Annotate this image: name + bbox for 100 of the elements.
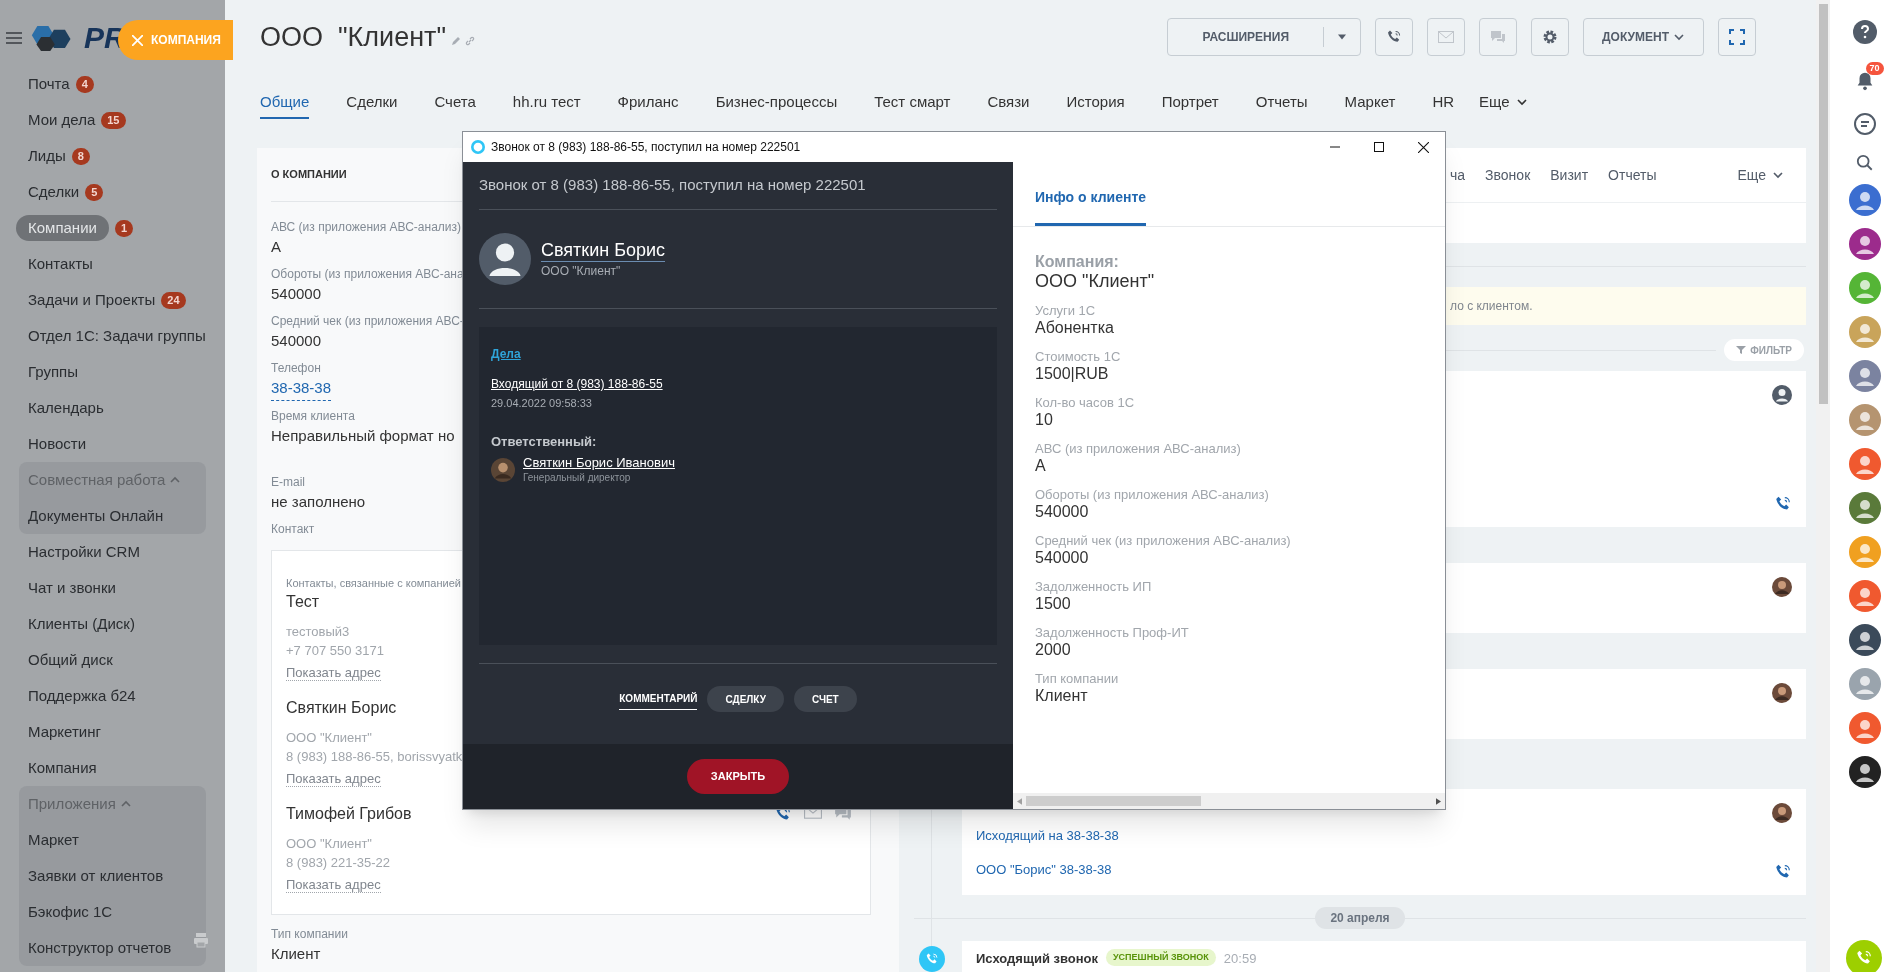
field-value: Клиент xyxy=(271,943,322,964)
action-button[interactable]: КОММЕНТАРИЙ xyxy=(619,688,698,710)
activity-time: 29.04.2022 09:58:33 xyxy=(491,396,593,411)
show-address-link[interactable]: Показать адрес xyxy=(286,664,381,681)
tab[interactable]: Счета xyxy=(434,84,476,120)
tab[interactable]: Отчеты xyxy=(1255,84,1308,120)
field-value: 10 xyxy=(1035,411,1054,429)
sidebar-item[interactable]: Чат и звонки xyxy=(28,576,116,600)
tab[interactable]: Фриланс xyxy=(617,84,679,120)
tab[interactable]: Связи xyxy=(987,84,1030,120)
tab[interactable]: Бизнес-процессы xyxy=(715,84,838,120)
info-tab[interactable]: Инфо о клиенте xyxy=(1035,187,1147,226)
field-label: Средний чек (из приложения АВС- xyxy=(271,312,464,329)
tab[interactable]: История xyxy=(1066,84,1125,120)
window-title: Звонок от 8 (983) 188-86-55, поступил на номер 222501 xyxy=(491,139,802,156)
contact-detail: ООО "Клиент" xyxy=(286,728,372,747)
tab[interactable]: HR xyxy=(1432,84,1455,120)
counter-badge: 15 xyxy=(101,111,126,129)
sidebar-item[interactable]: Группы xyxy=(28,360,78,384)
sidebar-item[interactable]: Задачи и Проекты xyxy=(28,288,156,312)
sidebar-item[interactable]: Общий диск xyxy=(28,648,113,672)
responsible-link[interactable]: Святкин Борис Иванович xyxy=(523,455,675,470)
sidebar-item[interactable]: Календарь xyxy=(28,396,104,420)
sidebar-item[interactable]: Заявки от клиентов xyxy=(28,864,164,888)
tab[interactable]: ча xyxy=(1450,164,1466,186)
sidebar-item[interactable]: Сделки xyxy=(28,180,80,204)
responsible-position: Генеральный директор xyxy=(523,471,632,485)
sidebar-item[interactable]: Настройки CRM xyxy=(28,540,140,564)
caller-company: ООО "Клиент" xyxy=(541,262,622,280)
action-button[interactable]: СЧЕТ xyxy=(793,686,857,712)
tab[interactable]: Звонок xyxy=(1485,164,1531,186)
sidebar-item[interactable]: Компании xyxy=(16,214,109,242)
event-title: Исходящий звонок xyxy=(976,950,1098,968)
responsible-label: Ответственный: xyxy=(491,432,598,451)
tab[interactable]: Маркет xyxy=(1344,84,1396,120)
sidebar-item[interactable]: Лиды xyxy=(28,144,66,168)
counter-badge: 5 xyxy=(85,183,104,201)
field-label: Задолженность ИП xyxy=(1035,579,1153,595)
field-label: АВС (из приложения АВС-анализ) xyxy=(1035,441,1242,457)
counter-badge: 24 xyxy=(161,291,186,309)
phone-link[interactable]: 38-38-38 xyxy=(271,375,332,401)
field-value: Клиент xyxy=(1035,687,1089,705)
contact-detail: тестовый3 xyxy=(286,622,350,641)
field-value: 540000 xyxy=(1035,549,1090,567)
activities-link[interactable]: Дела xyxy=(491,347,521,361)
notification-badge: 70 xyxy=(1865,62,1884,75)
tab[interactable]: Портрет xyxy=(1161,84,1219,120)
field-label: E-mail xyxy=(271,473,305,490)
tab[interactable]: Визит xyxy=(1550,164,1589,186)
sidebar-item[interactable]: Маркетинг xyxy=(28,720,101,744)
sidebar-item[interactable]: Компания xyxy=(28,756,97,780)
field-value: 1500 xyxy=(1035,595,1072,613)
sidebar-item[interactable]: Контакты xyxy=(28,252,93,276)
field-label: Обороты (из приложения АВС-анализ) xyxy=(1035,487,1270,503)
field-value: 2000 xyxy=(1035,641,1072,659)
field-value: 540000 xyxy=(1035,503,1090,521)
sidebar-item[interactable]: Отдел 1С: Задачи группы xyxy=(28,324,206,348)
field-label: Стоимость 1С xyxy=(1035,349,1122,365)
sidebar-item[interactable]: Клиенты (Диск) xyxy=(28,612,135,636)
tab[interactable]: Тест смарт xyxy=(874,84,951,120)
sidebar-item[interactable]: Почта xyxy=(28,72,70,96)
more-tab[interactable]: Еще xyxy=(1737,164,1784,186)
field-value: 540000 xyxy=(271,330,322,351)
sidebar-item[interactable]: Поддержка б24 xyxy=(28,684,136,708)
status-badge: УСПЕШНЫЙ ЗВОНОК xyxy=(1106,949,1216,966)
close-call-button[interactable]: ЗАКРЫТЬ xyxy=(686,759,790,794)
show-address-link[interactable]: Показать адрес xyxy=(286,770,381,787)
contact-name: Тест xyxy=(286,591,320,612)
call-link[interactable]: Исходящий на 38-38-38 xyxy=(976,827,1119,844)
field-label: Время клиента xyxy=(271,407,355,424)
contact-detail: +7 707 550 3171 xyxy=(286,641,384,660)
activity-link[interactable]: Входящий от 8 (983) 188-86-55 xyxy=(491,377,663,391)
counter-badge: 8 xyxy=(71,147,90,165)
field-label: АВС (из приложения АВС-анализ) xyxy=(271,218,461,235)
tab[interactable]: Общие xyxy=(260,84,310,120)
document-button[interactable]: ДОКУМЕНТ xyxy=(1583,18,1704,56)
sidebar-item[interactable]: Документы Онлайн xyxy=(28,504,164,528)
contact-name: Тимофей Грибов xyxy=(286,803,412,824)
tab[interactable]: Сделки xyxy=(346,84,398,120)
contact-detail: ООО "Клиент" xyxy=(286,834,372,853)
sidebar-item[interactable]: Конструктор отчетов xyxy=(28,936,172,960)
field-label: Задолженность Проф-ИТ xyxy=(1035,625,1190,641)
sidebar-item[interactable]: Мои дела xyxy=(28,108,96,132)
sidebar-item[interactable]: Бэкофис 1С xyxy=(28,900,113,924)
action-button[interactable]: СДЕЛКУ xyxy=(707,686,784,712)
field-value: А xyxy=(271,236,281,257)
tab[interactable]: Отчеты xyxy=(1608,164,1657,186)
tab[interactable]: hh.ru тест xyxy=(512,84,581,120)
call-heading: Звонок от 8 (983) 188-86-55, поступил на номер 222501 xyxy=(479,162,997,210)
contact-name: Святкин Борис xyxy=(286,697,397,718)
caller-name[interactable]: Святкин Борис xyxy=(541,238,666,262)
field-value: не заполнено xyxy=(271,491,366,512)
counter-badge: 1 xyxy=(114,219,134,237)
call-link[interactable]: ООО "Борис" 38-38-38 xyxy=(976,861,1119,878)
more-tab[interactable]: Еще xyxy=(1479,90,1528,114)
sidebar-item[interactable]: Новости xyxy=(28,432,87,456)
contact-detail: 8 (983) 221-35-22 xyxy=(286,853,391,872)
show-address-link[interactable]: Показать адрес xyxy=(286,876,381,893)
extensions-button[interactable]: РАСШИРЕНИЯ xyxy=(1168,19,1324,55)
sidebar-item[interactable]: Маркет xyxy=(28,828,79,852)
